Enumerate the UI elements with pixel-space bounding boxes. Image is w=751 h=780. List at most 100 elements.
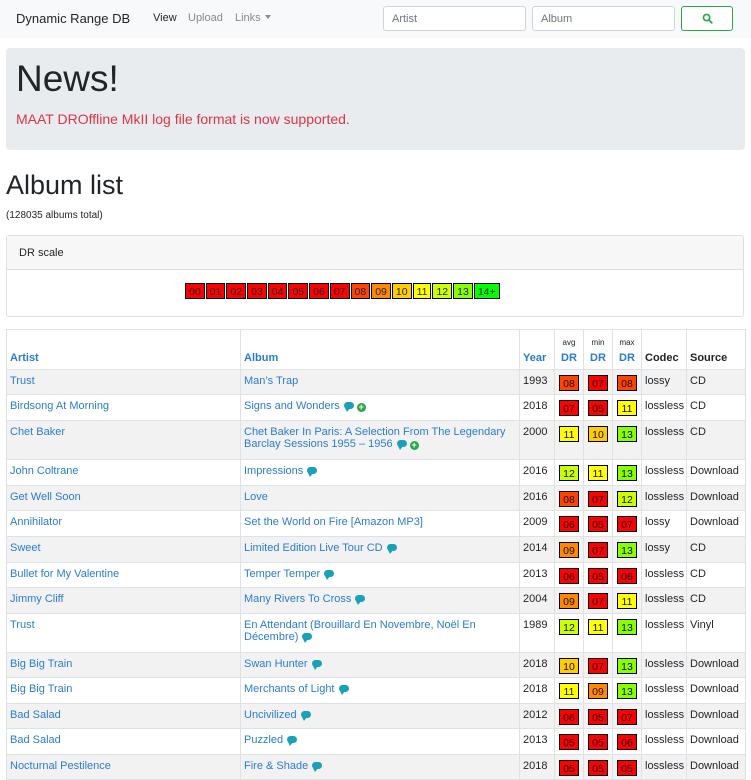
artist-link[interactable]: John Coltrane bbox=[6, 459, 241, 486]
table-row: Bad Salad Uncivilized 2012 06 05 07 lossless Do… bbox=[6, 703, 746, 729]
plus-circle-icon[interactable]: + bbox=[356, 403, 366, 412]
table-row: Annihilator Set the World on Fire [Amazon… bbox=[6, 510, 746, 537]
source-cell: CD bbox=[686, 369, 746, 395]
dr-cell: 06 bbox=[554, 510, 584, 537]
comment-icon[interactable] bbox=[396, 440, 407, 450]
album-link[interactable]: Set the World on Fire [Amazon MP3] bbox=[240, 510, 520, 537]
album-name: Many Rivers To Cross bbox=[244, 593, 352, 605]
artist-name: Trust bbox=[10, 619, 35, 631]
year-cell: 2018 bbox=[519, 754, 555, 780]
dr-cell: 07 bbox=[583, 369, 613, 395]
nav-link-upload[interactable]: Upload bbox=[188, 12, 223, 24]
table-row: Bad Salad Puzzled 2013 05 05 06 lossless Downlo… bbox=[6, 728, 746, 755]
comment-icon[interactable] bbox=[324, 570, 335, 580]
artist-link[interactable]: Jimmy Cliff bbox=[6, 587, 241, 614]
dr-avg-badge: 09 bbox=[559, 593, 579, 609]
source-cell: Download bbox=[686, 754, 746, 780]
sort-max-dr-link[interactable]: DR bbox=[619, 352, 635, 364]
artist-link[interactable]: Annihilator bbox=[6, 510, 241, 537]
artist-link[interactable]: Trust bbox=[6, 369, 241, 395]
album-link[interactable]: Swan Hunter bbox=[240, 652, 520, 678]
comment-icon[interactable] bbox=[311, 660, 322, 670]
artist-link[interactable]: Trust bbox=[6, 613, 241, 653]
album-name: Merchants of Light bbox=[244, 683, 335, 695]
artist-name: Bad Salad bbox=[10, 734, 61, 746]
sort-album-link[interactable]: Album bbox=[244, 352, 278, 364]
source-cell: Download bbox=[686, 728, 746, 755]
nav-link-links-label: Links bbox=[235, 12, 261, 24]
nav-link-view[interactable]: View bbox=[153, 12, 177, 24]
dr-cell: 12 bbox=[554, 613, 584, 653]
album-link[interactable]: Merchants of Light bbox=[240, 677, 520, 704]
album-link[interactable]: Man’s Trap bbox=[240, 369, 520, 395]
album-link[interactable]: Temper Temper bbox=[240, 562, 520, 588]
comment-icon[interactable] bbox=[343, 402, 354, 412]
artist-name: Chet Baker bbox=[10, 426, 66, 438]
album-link[interactable]: Love bbox=[240, 485, 520, 511]
dr-cell: 13 bbox=[612, 459, 642, 486]
dr-min-badge: 05 bbox=[588, 400, 608, 416]
dr-max-badge: 13 bbox=[617, 683, 637, 699]
dr-scale-item: 11 bbox=[412, 283, 432, 299]
source-cell: Download bbox=[686, 459, 746, 486]
comment-icon[interactable] bbox=[312, 762, 323, 772]
year-cell: 2012 bbox=[519, 703, 555, 729]
nav-link-links[interactable]: Links bbox=[235, 12, 271, 24]
column-header-artist[interactable]: Artist bbox=[6, 329, 241, 370]
album-name: Fire & Shade bbox=[244, 760, 309, 772]
artist-link[interactable]: Chet Baker bbox=[6, 420, 241, 460]
album-link[interactable]: Impressions bbox=[240, 459, 520, 486]
sort-artist-link[interactable]: Artist bbox=[10, 352, 39, 364]
artist-link[interactable]: Sweet bbox=[6, 536, 241, 563]
album-link[interactable]: Many Rivers To Cross bbox=[240, 587, 520, 614]
brand[interactable]: Dynamic Range DB bbox=[16, 11, 130, 26]
album-link[interactable]: Chet Baker In Paris: A Selection From Th… bbox=[240, 420, 520, 460]
search-button[interactable] bbox=[681, 6, 733, 31]
artist-link[interactable]: Bad Salad bbox=[6, 703, 241, 729]
album-link[interactable]: Puzzled bbox=[240, 728, 520, 755]
codec-cell: lossless bbox=[641, 677, 687, 704]
artist-link[interactable]: Bad Salad bbox=[6, 728, 241, 755]
comment-icon[interactable] bbox=[302, 633, 313, 643]
sort-avg-dr-link[interactable]: DR bbox=[561, 352, 577, 364]
artist-link[interactable]: Birdsong At Morning bbox=[6, 394, 241, 421]
year-cell: 2018 bbox=[519, 652, 555, 678]
year-cell: 2018 bbox=[519, 677, 555, 704]
column-header-year[interactable]: Year bbox=[519, 329, 555, 370]
album-search-input[interactable] bbox=[532, 6, 675, 31]
comment-icon[interactable] bbox=[287, 736, 298, 746]
album-name: Temper Temper bbox=[244, 568, 321, 580]
dr-max-badge: 06 bbox=[617, 734, 637, 750]
album-link[interactable]: En Attendant (Brouillard En Novembre, No… bbox=[240, 613, 520, 653]
artist-link[interactable]: Get Well Soon bbox=[6, 485, 241, 511]
comment-icon[interactable] bbox=[355, 595, 366, 605]
artist-search-input[interactable] bbox=[383, 6, 526, 31]
column-header-album[interactable]: Album bbox=[240, 329, 520, 370]
dr-cell: 11 bbox=[554, 677, 584, 704]
dr-avg-badge: 06 bbox=[559, 516, 579, 532]
album-link[interactable]: Limited Edition Live Tour CD bbox=[240, 536, 520, 563]
dr-scale-item: 06 bbox=[309, 283, 329, 299]
album-link[interactable]: Signs and Wonders + bbox=[240, 394, 520, 421]
column-header-avg-dr[interactable]: avg DR bbox=[554, 329, 584, 370]
dr-min-badge: 05 bbox=[588, 734, 608, 750]
artist-link[interactable]: Nocturnal Pestilence bbox=[6, 754, 241, 780]
comment-icon[interactable] bbox=[386, 544, 397, 554]
artist-link[interactable]: Big Big Train bbox=[6, 652, 241, 678]
artist-name: Nocturnal Pestilence bbox=[10, 760, 111, 772]
plus-circle-icon[interactable]: + bbox=[409, 441, 419, 450]
column-header-max-dr[interactable]: max DR bbox=[612, 329, 642, 370]
comment-icon[interactable] bbox=[300, 711, 311, 721]
column-header-min-dr[interactable]: min DR bbox=[583, 329, 613, 370]
album-link[interactable]: Uncivilized bbox=[240, 703, 520, 729]
artist-link[interactable]: Bullet for My Valentine bbox=[6, 562, 241, 588]
album-link[interactable]: Fire & Shade bbox=[240, 754, 520, 780]
sort-min-dr-link[interactable]: DR bbox=[590, 352, 606, 364]
comment-icon[interactable] bbox=[307, 467, 318, 477]
artist-name: Bullet for My Valentine bbox=[10, 568, 120, 580]
dr-cell: 07 bbox=[612, 510, 642, 537]
artist-link[interactable]: Big Big Train bbox=[6, 677, 241, 704]
comment-icon[interactable] bbox=[338, 685, 349, 695]
chevron-down-icon bbox=[264, 15, 271, 19]
sort-year-link[interactable]: Year bbox=[523, 352, 546, 364]
